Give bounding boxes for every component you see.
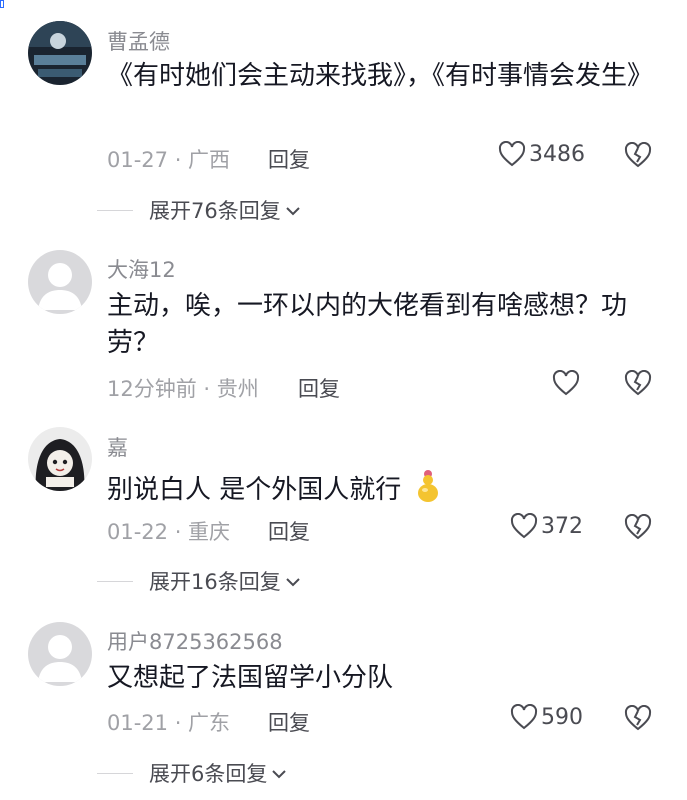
heart-icon [510, 513, 538, 539]
comment-username[interactable]: 曹孟德 [107, 26, 170, 56]
dislike-button[interactable] [624, 705, 652, 731]
comment-text: 别说白人 是个外国人就行 [107, 468, 652, 513]
like-count: 372 [541, 513, 583, 539]
comment-text: 主动，唉，一环以内的大佬看到有啥感想？功劳？ [107, 291, 628, 358]
expand-replies-button[interactable]: 展开6条回复 [97, 758, 287, 788]
like-count: 3486 [529, 141, 585, 167]
comment-username[interactable]: 嘉 [107, 432, 128, 462]
comment-text: 《有时她们会主动来找我》，《有时事情会发生》 [107, 61, 654, 91]
comment-username[interactable]: 大海12 [107, 254, 176, 284]
comment-meta: 01-21 · 广东 [107, 711, 231, 735]
expand-replies-label: 展开76条回复 [149, 199, 281, 223]
heart-icon [552, 370, 580, 396]
avatar[interactable] [28, 250, 92, 314]
expand-replies-label: 展开16条回复 [149, 570, 281, 594]
comment-meta: 01-22 · 重庆 [107, 520, 231, 544]
expand-replies-button[interactable]: 展开16条回复 [97, 566, 301, 596]
expand-replies-label: 展开6条回复 [149, 762, 268, 786]
dislike-button[interactable] [624, 370, 652, 396]
heart-icon [498, 141, 526, 167]
reply-button[interactable]: 回复 [268, 516, 310, 546]
expand-replies-button[interactable]: 展开76条回复 [97, 195, 301, 225]
broken-heart-icon [624, 514, 652, 540]
dislike-button[interactable] [624, 142, 652, 168]
divider-line [97, 209, 133, 211]
avatar[interactable] [28, 21, 92, 85]
like-button[interactable]: 3486 [498, 141, 585, 167]
reply-button[interactable]: 回复 [268, 707, 310, 737]
chevron-down-icon [285, 569, 301, 593]
like-button[interactable] [552, 370, 580, 396]
broken-heart-icon [624, 705, 652, 731]
dislike-button[interactable] [624, 514, 652, 540]
divider-line [97, 772, 133, 774]
comment-meta: 12分钟前 · 贵州 [107, 377, 259, 401]
window-corner-marker [0, 0, 4, 8]
heart-icon [510, 704, 538, 730]
gourd-emoji-icon [414, 468, 442, 513]
avatar[interactable] [28, 622, 92, 686]
comment-text-content: 别说白人 是个外国人就行 [107, 475, 402, 505]
reply-button[interactable]: 回复 [268, 144, 310, 174]
broken-heart-icon [624, 142, 652, 168]
divider-line [97, 580, 133, 582]
broken-heart-icon [624, 370, 652, 396]
reply-button[interactable]: 回复 [298, 373, 340, 403]
like-button[interactable]: 590 [510, 704, 583, 730]
comment-username[interactable]: 用户8725362568 [107, 626, 283, 656]
comment-text: 又想起了法国留学小分队 [107, 663, 394, 693]
avatar[interactable] [28, 427, 92, 491]
like-button[interactable]: 372 [510, 513, 583, 539]
like-count: 590 [541, 704, 583, 730]
comment-meta: 01-27 · 广西 [107, 148, 231, 172]
chevron-down-icon [285, 198, 301, 222]
chevron-down-icon [271, 761, 287, 785]
